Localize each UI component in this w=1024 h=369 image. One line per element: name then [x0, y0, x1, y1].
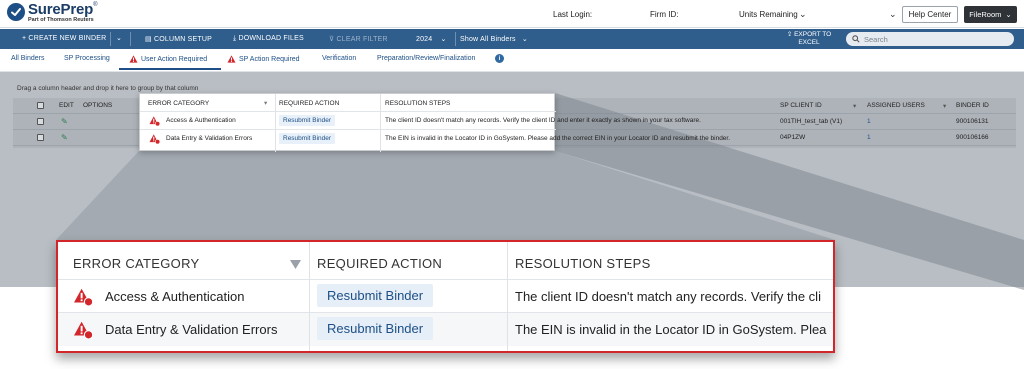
table-row: Data Entry & Validation Errors Resubmit …: [58, 313, 833, 346]
error-category-cell: Access & Authentication: [166, 117, 236, 124]
zoomed-error-details-panel: ERROR CATEGORY REQUIRED ACTION RESOLUTIO…: [56, 240, 835, 353]
table-row: Access & Authentication Resubmit Binder …: [140, 112, 701, 130]
resubmit-binder-button[interactable]: Resubmit Binder: [317, 317, 434, 340]
resolution-steps-cell: The client ID doesn't match any records.…: [515, 289, 821, 304]
table-row: Access & Authentication Resubmit Binder …: [58, 280, 833, 313]
error-category-header[interactable]: ERROR CATEGORY: [148, 100, 209, 107]
error-category-cell: Data Entry & Validation Errors: [166, 135, 253, 142]
app-window: SurePrep® Part of Thomson Reuters Last L…: [0, 0, 1024, 369]
column-filter-icon[interactable]: ▾: [264, 99, 267, 107]
zoomed-header-row: ERROR CATEGORY REQUIRED ACTION RESOLUTIO…: [58, 242, 833, 280]
resolution-steps-cell: The EIN is invalid in the Locator ID in …: [385, 135, 731, 142]
popup-header-row: ERROR CATEGORY ▾ REQUIRED ACTION RESOLUT…: [140, 94, 556, 112]
required-action-header: REQUIRED ACTION: [317, 256, 443, 271]
warning-user-icon: [149, 116, 160, 126]
column-divider: [380, 94, 381, 152]
resubmit-binder-button[interactable]: Resubmit Binder: [279, 115, 336, 126]
column-divider: [507, 242, 508, 351]
warning-user-icon: [149, 134, 160, 144]
resolution-steps-cell: The client ID doesn't match any records.…: [385, 117, 701, 124]
column-divider: [275, 94, 276, 152]
filter-icon[interactable]: [290, 260, 301, 269]
resolution-steps-header: RESOLUTION STEPS: [515, 256, 651, 271]
table-row: Data Entry & Validation Errors Resubmit …: [140, 130, 730, 148]
error-details-popup: ERROR CATEGORY ▾ REQUIRED ACTION RESOLUT…: [139, 93, 730, 152]
resolution-steps-header: RESOLUTION STEPS: [385, 100, 451, 107]
error-category-cell: Data Entry & Validation Errors: [105, 322, 278, 337]
column-divider: [309, 242, 310, 351]
error-category-header[interactable]: ERROR CATEGORY: [73, 256, 200, 271]
error-category-cell: Access & Authentication: [105, 289, 245, 304]
required-action-header: REQUIRED ACTION: [279, 100, 340, 107]
resolution-steps-cell: The EIN is invalid in the Locator ID in …: [515, 322, 827, 337]
warning-user-icon: [74, 288, 93, 306]
warning-user-icon: [74, 321, 93, 339]
resubmit-binder-button[interactable]: Resubmit Binder: [279, 133, 336, 144]
resubmit-binder-button[interactable]: Resubmit Binder: [317, 284, 434, 307]
